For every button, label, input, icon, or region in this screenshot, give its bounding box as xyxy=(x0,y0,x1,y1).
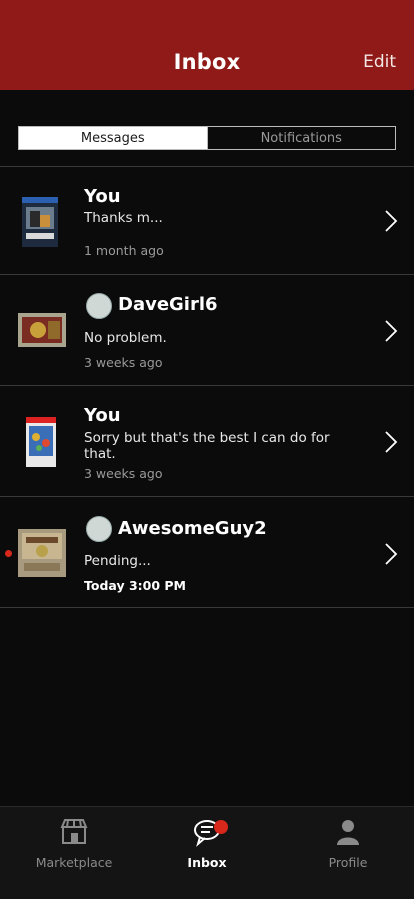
tab-inbox[interactable]: Inbox xyxy=(147,817,267,870)
conversation-row[interactable]: You Sorry but that's the best I can do f… xyxy=(0,386,414,496)
message-preview: Sorry but that's the best I can do for t… xyxy=(84,430,330,462)
timestamp: 3 weeks ago xyxy=(84,466,163,481)
header-bar: Inbox Edit xyxy=(0,0,414,90)
tab-messages[interactable]: Messages xyxy=(19,127,207,149)
game-cartridge-thumbnail xyxy=(18,313,66,347)
sender-name: You xyxy=(84,186,121,207)
divider xyxy=(0,607,414,608)
chevron-right-icon[interactable] xyxy=(384,319,398,343)
conversation-row[interactable]: AwesomeGuy2 Pending... Today 3:00 PM xyxy=(0,497,414,607)
timestamp: 3 weeks ago xyxy=(84,355,163,370)
conversation-row[interactable]: DaveGirl6 No problem. 3 weeks ago xyxy=(0,275,414,385)
tab-notifications[interactable]: Notifications xyxy=(206,127,395,149)
game-cover-thumbnail xyxy=(18,197,66,247)
game-cartridge-thumbnail xyxy=(18,529,66,577)
timestamp: Today 3:00 PM xyxy=(84,578,186,593)
sender-name: AwesomeGuy2 xyxy=(118,518,267,539)
message-preview: Thanks m... xyxy=(84,210,163,226)
game-cover-thumbnail xyxy=(18,417,66,467)
chevron-right-icon[interactable] xyxy=(384,430,398,454)
notification-badge xyxy=(214,820,228,834)
user-avatar xyxy=(86,293,112,319)
person-icon xyxy=(337,820,359,845)
user-avatar xyxy=(86,516,112,542)
message-preview: Pending... xyxy=(84,553,151,569)
sender-name: DaveGirl6 xyxy=(118,294,218,315)
chevron-right-icon[interactable] xyxy=(384,209,398,233)
chevron-right-icon[interactable] xyxy=(384,542,398,566)
edit-button[interactable]: Edit xyxy=(363,52,396,72)
tab-profile[interactable]: Profile xyxy=(288,817,408,870)
page-title: Inbox xyxy=(173,50,241,74)
sender-name: You xyxy=(84,405,121,426)
tab-label: Inbox xyxy=(187,855,227,870)
segmented-control: Messages Notifications xyxy=(18,126,396,150)
tab-marketplace[interactable]: Marketplace xyxy=(14,817,134,870)
bottom-tab-bar: Marketplace Inbox Profile xyxy=(0,806,414,899)
tab-label: Marketplace xyxy=(35,855,113,870)
message-preview: No problem. xyxy=(84,330,167,346)
timestamp: 1 month ago xyxy=(84,243,164,258)
tab-label: Profile xyxy=(328,855,368,870)
conversation-row[interactable]: You Thanks m... 1 month ago xyxy=(0,167,414,274)
unread-indicator xyxy=(5,550,12,557)
storefront-icon xyxy=(60,819,88,844)
